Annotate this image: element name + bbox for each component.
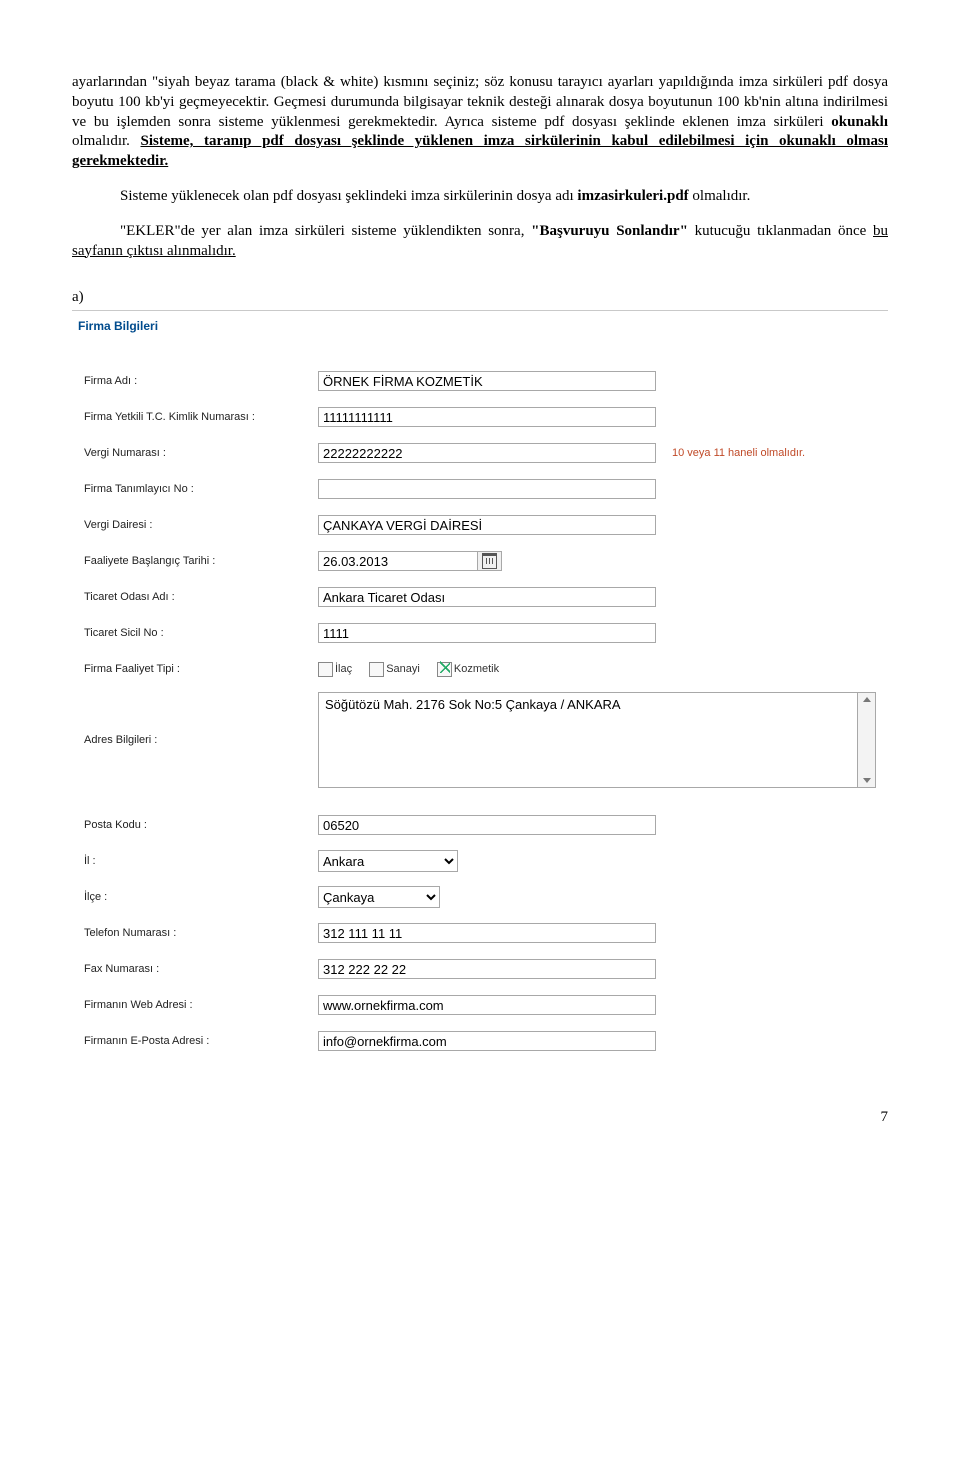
- scroll-up-icon: [863, 697, 871, 702]
- row-web: Firmanın Web Adresi :: [72, 987, 888, 1023]
- label-tanimlayici: Firma Tanımlayıcı No :: [84, 483, 318, 495]
- input-tc[interactable]: [318, 407, 656, 427]
- label-tel: Telefon Numarası :: [84, 927, 318, 939]
- label-firma-adi: Firma Adı :: [84, 375, 318, 387]
- input-baslangic-tarihi[interactable]: [318, 551, 478, 571]
- label-web: Firmanın Web Adresi :: [84, 999, 318, 1011]
- checkbox-label-ilac: İlaç: [335, 663, 352, 675]
- label-fax: Fax Numarası :: [84, 963, 318, 975]
- input-email[interactable]: [318, 1031, 656, 1051]
- list-marker-a: a): [72, 289, 888, 306]
- date-picker-button[interactable]: [478, 551, 502, 571]
- row-vergi-no: Vergi Numarası : 10 veya 11 haneli olmal…: [72, 435, 888, 471]
- label-il: İl :: [84, 855, 318, 867]
- label-ticaret-odasi: Ticaret Odası Adı :: [84, 591, 318, 603]
- label-ilce: İlçe :: [84, 891, 318, 903]
- p2-run1: Sisteme yüklenecek olan pdf dosyası şekl…: [120, 188, 577, 204]
- label-vergi-no: Vergi Numarası :: [84, 447, 318, 459]
- row-sicil: Ticaret Sicil No :: [72, 615, 888, 651]
- row-tanimlayici: Firma Tanımlayıcı No :: [72, 471, 888, 507]
- input-sicil[interactable]: [318, 623, 656, 643]
- checkbox-ilac[interactable]: [318, 662, 333, 677]
- p3-bold: "Başvuruyu Sonlandır": [531, 223, 688, 239]
- label-tc: Firma Yetkili T.C. Kimlik Numarası :: [84, 411, 318, 423]
- firma-bilgileri-panel: Firma Bilgileri Firma Adı : Firma Yetkil…: [72, 310, 888, 1059]
- label-sicil: Ticaret Sicil No :: [84, 627, 318, 639]
- row-tc: Firma Yetkili T.C. Kimlik Numarası :: [72, 399, 888, 435]
- row-ticaret-odasi: Ticaret Odası Adı :: [72, 579, 888, 615]
- input-vergi-dairesi[interactable]: [318, 515, 656, 535]
- p1-bold: okunaklı: [831, 114, 888, 130]
- input-vergi-no[interactable]: [318, 443, 656, 463]
- p2-bold: imzasirkuleri.pdf: [577, 188, 688, 204]
- row-tel: Telefon Numarası :: [72, 915, 888, 951]
- row-ilce: İlçe : Çankaya: [72, 879, 888, 915]
- textarea-adres[interactable]: Söğütözü Mah. 2176 Sok No:5 Çankaya / AN…: [318, 692, 858, 788]
- row-fax: Fax Numarası :: [72, 951, 888, 987]
- row-adres: Adres Bilgileri : Söğütözü Mah. 2176 Sok…: [72, 687, 888, 793]
- label-vergi-dairesi: Vergi Dairesi :: [84, 519, 318, 531]
- p1-run1: ayarlarından "siyah beyaz tarama (black …: [72, 74, 888, 130]
- label-posta: Posta Kodu :: [84, 819, 318, 831]
- row-faaliyet-tipi: Firma Faaliyet Tipi : İlaç Sanayi Kozmet…: [72, 651, 888, 687]
- paragraph-1: ayarlarından "siyah beyaz tarama (black …: [72, 73, 888, 172]
- hint-vergi-no: 10 veya 11 haneli olmalıdır.: [658, 447, 805, 459]
- input-web[interactable]: [318, 995, 656, 1015]
- label-adres: Adres Bilgileri :: [84, 734, 318, 746]
- input-tel[interactable]: [318, 923, 656, 943]
- label-faaliyet-tipi: Firma Faaliyet Tipi :: [84, 663, 318, 675]
- paragraph-2: Sisteme yüklenecek olan pdf dosyası şekl…: [72, 187, 888, 207]
- checkbox-sanayi[interactable]: [369, 662, 384, 677]
- scroll-down-icon: [863, 778, 871, 783]
- input-posta[interactable]: [318, 815, 656, 835]
- checkbox-kozmetik[interactable]: [437, 662, 452, 677]
- paragraph-3: "EKLER"de yer alan imza sirküleri sistem…: [72, 222, 888, 262]
- select-il[interactable]: Ankara: [318, 850, 458, 872]
- row-posta: Posta Kodu :: [72, 807, 888, 843]
- input-tanimlayici[interactable]: [318, 479, 656, 499]
- row-email: Firmanın E-Posta Adresi :: [72, 1023, 888, 1059]
- p1-run2: olmalıdır.: [72, 133, 141, 149]
- input-fax[interactable]: [318, 959, 656, 979]
- checkbox-label-sanayi: Sanayi: [386, 663, 420, 675]
- p3-run2: kutucuğu tıklanmadan önce: [688, 223, 873, 239]
- page-number: 7: [72, 1109, 888, 1126]
- input-ticaret-odasi[interactable]: [318, 587, 656, 607]
- label-baslangic: Faaliyete Başlangıç Tarihi :: [84, 555, 318, 567]
- row-vergi-dairesi: Vergi Dairesi :: [72, 507, 888, 543]
- row-firma-adi: Firma Adı :: [72, 363, 888, 399]
- input-firma-adi[interactable]: [318, 371, 656, 391]
- row-baslangic: Faaliyete Başlangıç Tarihi :: [72, 543, 888, 579]
- p3-run1: "EKLER"de yer alan imza sirküleri sistem…: [120, 223, 531, 239]
- label-email: Firmanın E-Posta Adresi :: [84, 1035, 318, 1047]
- p1-underline: Sisteme, taranıp pdf dosyası şeklinde yü…: [72, 133, 888, 169]
- row-il: İl : Ankara: [72, 843, 888, 879]
- textarea-scrollbar[interactable]: [858, 692, 876, 788]
- checkbox-label-kozmetik: Kozmetik: [454, 663, 499, 675]
- panel-title: Firma Bilgileri: [72, 311, 888, 363]
- select-ilce[interactable]: Çankaya: [318, 886, 440, 908]
- calendar-icon: [482, 553, 497, 569]
- p2-run2: olmalıdır.: [689, 188, 751, 204]
